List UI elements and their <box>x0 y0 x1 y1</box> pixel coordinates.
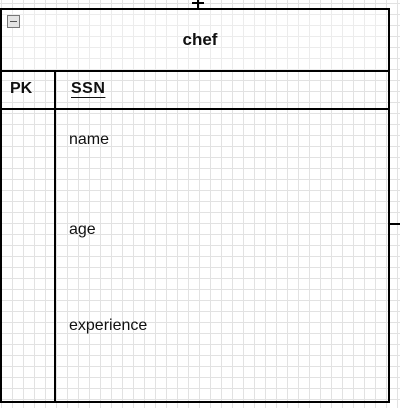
entity-chef[interactable]: chef PK SSN name age experience <box>0 8 390 403</box>
pk-field: SSN <box>71 80 106 97</box>
column-divider <box>54 70 56 401</box>
attribute-experience: experience <box>69 317 148 334</box>
pk-label: PK <box>10 80 33 97</box>
attribute-name: name <box>69 131 110 148</box>
attribute-age: age <box>69 221 96 238</box>
primary-key-row: PK SSN <box>2 70 388 110</box>
entity-title: chef <box>182 30 218 49</box>
entity-header: chef <box>2 10 388 72</box>
relationship-connector-right <box>390 223 400 225</box>
relationship-connector-top-bar <box>192 2 204 4</box>
collapse-icon[interactable] <box>7 15 20 28</box>
